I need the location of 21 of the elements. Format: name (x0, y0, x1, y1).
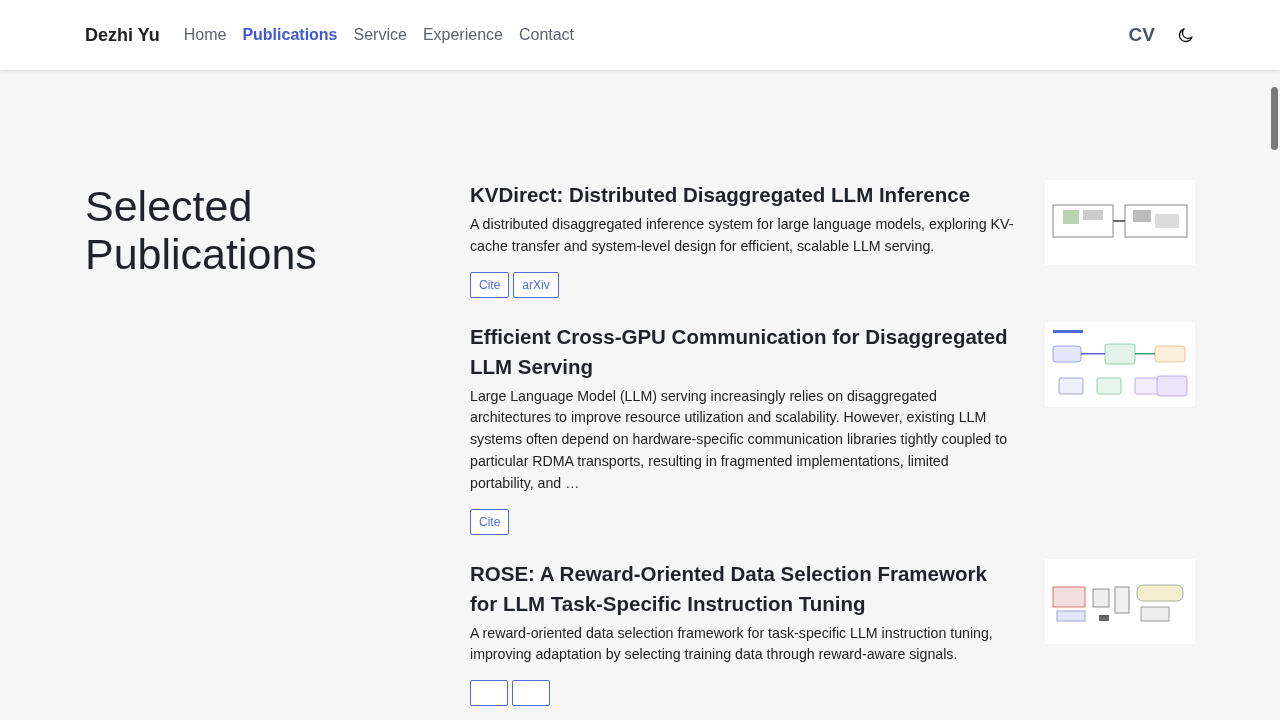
nav-link[interactable]: Service (353, 26, 407, 44)
nav-link[interactable]: Home (183, 26, 227, 44)
nav-link[interactable]: Publications (242, 26, 338, 44)
link-button[interactable]: Cite (470, 508, 510, 535)
cv-link[interactable]: CV (1128, 24, 1155, 46)
publication-title[interactable]: Efficient Cross-GPU Communication for Disaggregated LLM Serving (470, 321, 1015, 382)
nav-link[interactable]: Contact (518, 26, 575, 44)
publication-summary: A distributed disaggregated inference system for large language models, exploring KV-cache transfer and system-level design for efficient, scalable LLM serving. (470, 215, 1015, 256)
scrollbar-thumb[interactable] (1271, 87, 1278, 150)
nav-link[interactable]: Experience (422, 26, 503, 44)
publication-title[interactable]: KVDirect: Distributed Disaggregated LLM Inference (470, 180, 1015, 210)
link-button[interactable]: arXiv (513, 271, 559, 298)
section-heading: Selected Publications (85, 182, 318, 280)
link-button[interactable] (470, 680, 508, 707)
moon-icon[interactable] (1177, 26, 1195, 44)
link-button[interactable] (512, 680, 550, 707)
link-button[interactable]: Cite (470, 271, 510, 298)
publication-title[interactable]: ROSE: A Reward-Oriented Data Selection Framework for LLM Task-Specific Instruction Tuning (470, 558, 1015, 619)
publication-summary: Large Language Model (LLM) serving increasingly relies on disaggregated architectures to improve resource utilization and scalability. However, existing LLM systems often depend on hardware-specific communication libraries tightly coupled to particular RDMA transports, resulting in fragmented implementations, limited portability, and … (470, 386, 1009, 493)
publication-summary: A reward-oriented data selection framework for task-specific LLM instruction tuning, improving adaptation by selecting training data through reward-aware signals. (470, 623, 994, 665)
site-title[interactable]: Dezhi Yu (85, 24, 160, 46)
